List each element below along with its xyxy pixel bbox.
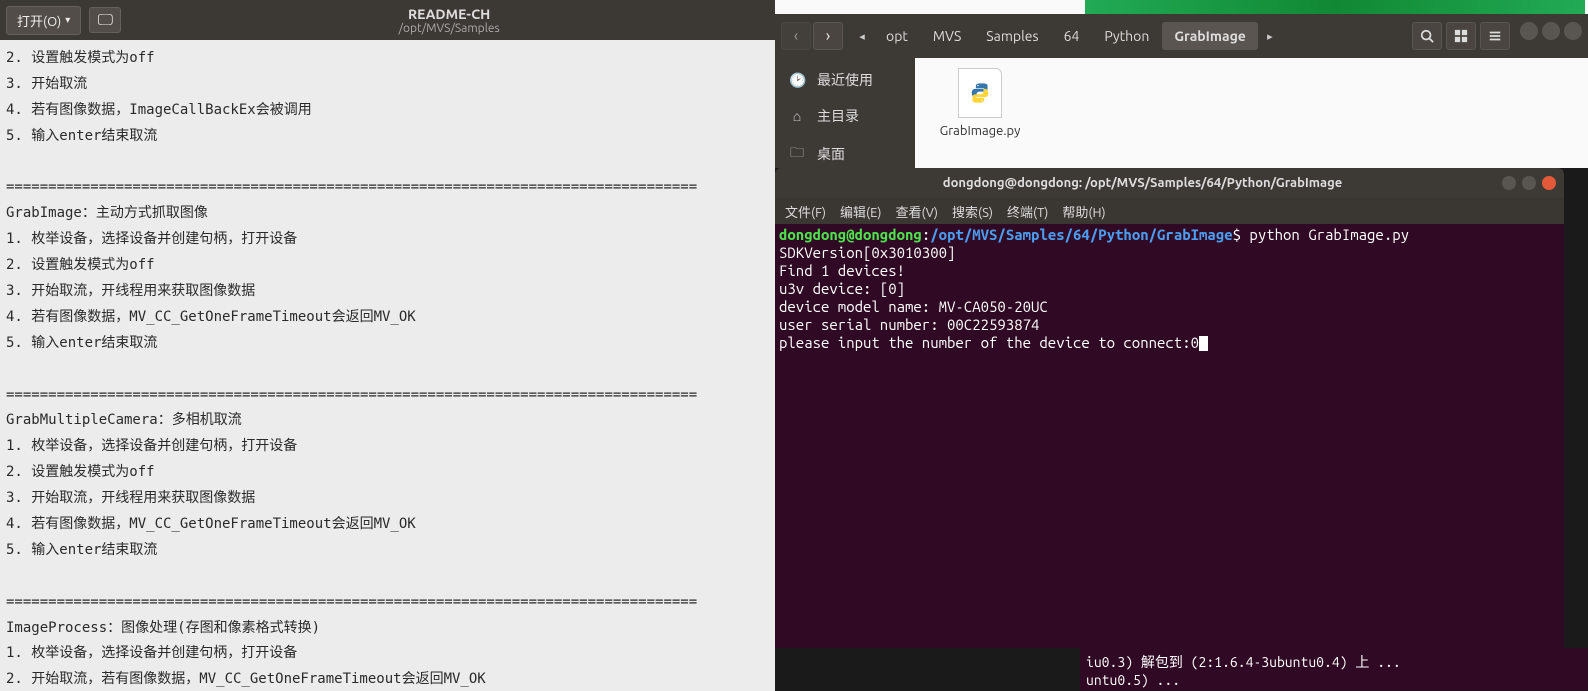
minimize-button[interactable] (1520, 22, 1538, 40)
breadcrumb-item-mvs[interactable]: MVS (921, 22, 973, 50)
menu-help[interactable]: 帮助(H) (1062, 202, 1105, 221)
chevron-right-icon: › (826, 27, 831, 45)
file-name: GrabImage.py (935, 124, 1025, 138)
chevron-down-icon: ▾ (65, 14, 70, 26)
filemgr-sidebar: 🕑 最近使用 ⌂ 主目录 🗀 桌面 🗀 视频 (775, 58, 915, 168)
maximize-button[interactable] (1522, 176, 1536, 190)
breadcrumb-item-64[interactable]: 64 (1052, 22, 1092, 50)
text-editor-window: 打开(O) ▾ 🖵 README-CH /opt/MVS/Samples 2. … (0, 0, 775, 691)
term-prompt-user: dongdong@dongdong (779, 226, 922, 243)
sidebar-item-home[interactable]: ⌂ 主目录 (775, 98, 915, 134)
home-icon: ⌂ (789, 108, 805, 124)
terminal-titlebar[interactable]: dongdong@dongdong: /opt/MVS/Samples/64/P… (775, 168, 1564, 198)
python-icon (969, 82, 991, 104)
term-prompt-colon: : (922, 226, 930, 243)
minimize-button[interactable] (1502, 176, 1516, 190)
sidebar-item-recent[interactable]: 🕑 最近使用 (775, 62, 915, 98)
term-prompt-dollar: $ (1233, 226, 1241, 243)
menu-view[interactable]: 查看(V) (896, 202, 938, 221)
term-output-line: please input the number of the device to… (779, 334, 1199, 351)
filemgr-content[interactable]: GrabImage.py (915, 58, 1588, 168)
hamburger-button[interactable] (1480, 22, 1510, 50)
menu-edit[interactable]: 编辑(E) (840, 202, 881, 221)
filemgr-body: 🕑 最近使用 ⌂ 主目录 🗀 桌面 🗀 视频 (775, 58, 1588, 168)
document-icon: 🖵 (98, 11, 113, 30)
editor-content[interactable]: 2. 设置触发模式为off 3. 开始取流 4. 若有图像数据，ImageCal… (0, 40, 775, 691)
term-output-line: Find 1 devices! (779, 262, 1560, 280)
view-grid-button[interactable] (1446, 22, 1476, 50)
term-output-line: SDKVersion[0x3010300] (779, 244, 1560, 262)
breadcrumb: ◂ opt MVS Samples 64 Python GrabImage ▸ (851, 22, 1281, 50)
breadcrumb-item-python[interactable]: Python (1092, 22, 1161, 50)
cursor-icon (1199, 336, 1208, 351)
close-button[interactable] (1564, 22, 1582, 40)
breadcrumb-prev-icon[interactable]: ◂ (851, 22, 873, 50)
grid-icon (1454, 29, 1468, 43)
chevron-left-icon: ‹ (794, 27, 799, 45)
terminal-menubar: 文件(F) 编辑(E) 查看(V) 搜索(S) 终端(T) 帮助(H) (775, 198, 1564, 224)
sidebar-item-label: 最近使用 (817, 70, 873, 90)
back-button[interactable]: ‹ (781, 22, 811, 50)
folder-icon: 🗀 (789, 142, 805, 166)
clock-icon: 🕑 (789, 72, 805, 89)
breadcrumb-item-samples[interactable]: Samples (974, 22, 1050, 50)
term-output-line: u3v device: [0] (779, 280, 1560, 298)
search-icon (1420, 29, 1434, 43)
breadcrumb-item-opt[interactable]: opt (874, 22, 920, 50)
editor-toolbar: 打开(O) ▾ 🖵 README-CH /opt/MVS/Samples (0, 0, 775, 40)
window-controls (1520, 22, 1582, 50)
open-button-label: 打开(O) (17, 11, 61, 30)
maximize-button[interactable] (1542, 22, 1560, 40)
terminal-window-controls (1502, 176, 1556, 190)
file-icon (955, 68, 1005, 118)
terminal-window: dongdong@dongdong: /opt/MVS/Samples/64/P… (775, 168, 1564, 648)
editor-title-area: README-CH /opt/MVS/Samples (129, 6, 769, 35)
term-prompt-path: /opt/MVS/Samples/64/Python/GrabImage (930, 226, 1232, 243)
background-terminal-strip: iu0.3) 解包到 (2:1.6.4-3ubuntu0.4) 上 ... un… (1080, 648, 1588, 691)
search-button[interactable] (1412, 22, 1442, 50)
breadcrumb-next-icon[interactable]: ▸ (1259, 22, 1281, 50)
breadcrumb-item-grabimage[interactable]: GrabImage (1162, 22, 1258, 50)
new-tab-button[interactable]: 🖵 (89, 7, 121, 33)
terminal-body[interactable]: dongdong@dongdong:/opt/MVS/Samples/64/Py… (775, 224, 1564, 648)
sidebar-item-label: 主目录 (817, 106, 859, 126)
forward-button[interactable]: › (813, 22, 843, 50)
menu-file[interactable]: 文件(F) (785, 202, 826, 221)
file-item[interactable]: GrabImage.py (935, 68, 1025, 158)
file-manager-window: ‹ › ◂ opt MVS Samples 64 Python GrabImag… (775, 0, 1588, 168)
filemgr-toolbar: ‹ › ◂ opt MVS Samples 64 Python GrabImag… (775, 14, 1588, 58)
close-button[interactable] (1542, 176, 1556, 190)
editor-title: README-CH (129, 6, 769, 22)
open-button[interactable]: 打开(O) ▾ (6, 6, 81, 35)
terminal-title: dongdong@dongdong: /opt/MVS/Samples/64/P… (783, 176, 1502, 190)
title-decor (1085, 0, 1585, 14)
term-output-line: user serial number: 00C22593874 (779, 316, 1560, 334)
term-command: python GrabImage.py (1241, 226, 1409, 243)
menu-terminal[interactable]: 终端(T) (1007, 202, 1048, 221)
editor-subtitle: /opt/MVS/Samples (129, 22, 769, 35)
sidebar-item-label: 桌面 (817, 144, 845, 164)
term-output-line: device model name: MV-CA050-20UC (779, 298, 1560, 316)
menu-icon (1488, 29, 1502, 43)
menu-search[interactable]: 搜索(S) (952, 202, 993, 221)
